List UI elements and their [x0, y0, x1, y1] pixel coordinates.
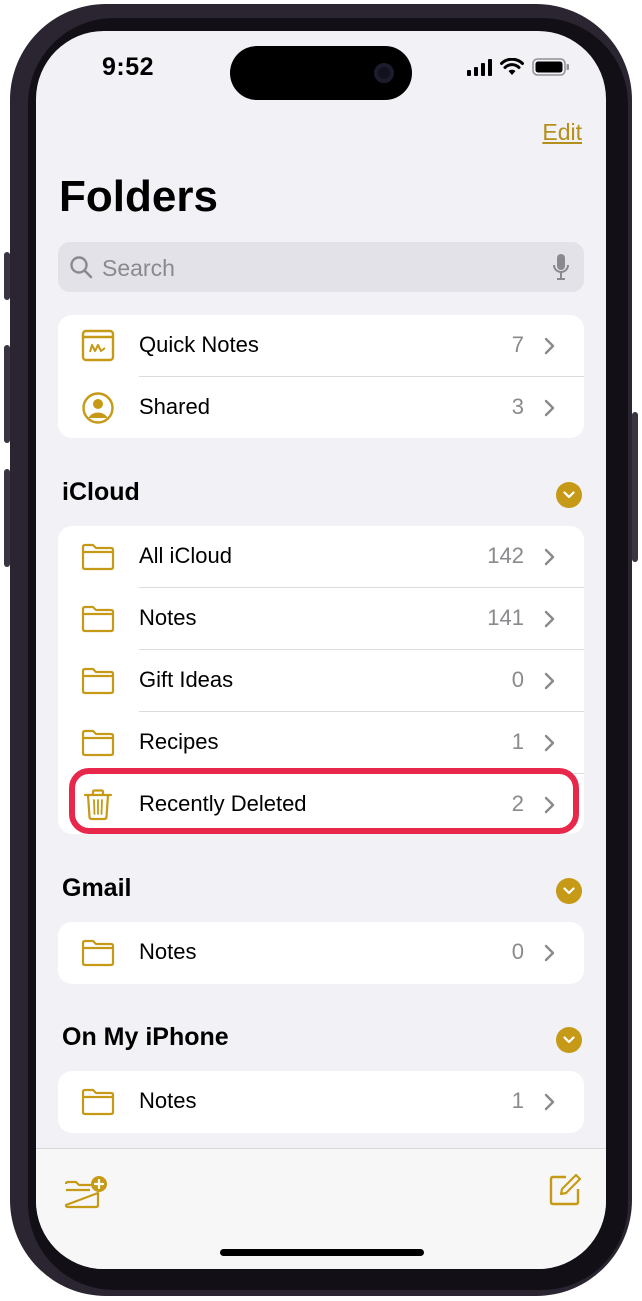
folder-row-shared[interactable]: Shared 3 [58, 377, 584, 438]
wifi-icon [500, 58, 524, 75]
chevron-down-icon [563, 887, 575, 895]
shared-person-icon [82, 392, 114, 424]
edit-button[interactable]: Edit [542, 119, 582, 146]
smart-folders-group: Quick Notes 7 Shared 3 [58, 315, 584, 438]
search-input[interactable]: Search [58, 242, 584, 292]
home-indicator[interactable] [220, 1249, 424, 1256]
folder-label: Quick Notes [139, 332, 259, 357]
folder-row-recipes[interactable]: Recipes 1 [58, 712, 584, 774]
section-title-icloud: iCloud [62, 478, 140, 506]
folder-icon [81, 939, 115, 967]
folder-icon [81, 729, 115, 757]
chevron-right-icon [544, 548, 555, 566]
cellular-signal-icon [467, 58, 492, 76]
dynamic-island [230, 46, 412, 100]
folder-label: All iCloud [139, 543, 232, 568]
chevron-down-icon [563, 491, 575, 499]
section-title-gmail: Gmail [62, 874, 132, 902]
folder-icon [81, 667, 115, 695]
search-placeholder: Search [102, 255, 175, 281]
collapse-on-my-iphone-button[interactable] [556, 1027, 582, 1053]
folder-count: 7 [511, 332, 524, 357]
folder-icon [81, 543, 115, 571]
volume-down-button [4, 469, 10, 567]
folder-label: Notes [139, 939, 197, 964]
folder-row-notes[interactable]: Notes 141 [58, 588, 584, 650]
folder-label: Notes [139, 605, 197, 630]
folder-count: 142 [487, 543, 524, 568]
folder-label: Shared [139, 394, 210, 419]
search-icon [70, 256, 93, 279]
chevron-right-icon [544, 672, 555, 690]
collapse-gmail-button[interactable] [556, 878, 582, 904]
power-button [632, 412, 638, 562]
collapse-icloud-button[interactable] [556, 482, 582, 508]
new-folder-icon[interactable] [64, 1175, 108, 1209]
status-time: 9:52 [102, 53, 155, 81]
battery-icon [532, 58, 569, 76]
folder-label: Recipes [139, 729, 219, 754]
compose-icon[interactable] [548, 1173, 582, 1207]
on-my-iphone-folder-group: Notes 1 [58, 1071, 584, 1133]
folder-label: Notes [139, 1088, 197, 1113]
folder-label: Gift Ideas [139, 667, 234, 692]
chevron-right-icon [544, 944, 555, 962]
folder-count: 0 [511, 939, 524, 964]
gmail-folder-group: Notes 0 [58, 922, 584, 984]
chevron-right-icon [544, 734, 555, 752]
chevron-right-icon [544, 399, 555, 417]
folder-row-gmail-notes[interactable]: Notes 0 [58, 922, 584, 984]
folder-count: 1 [511, 1088, 524, 1113]
chevron-right-icon [544, 610, 555, 628]
screen: 9:52 Edit Folders Search Quick Notes 7 S… [36, 31, 606, 1269]
section-title-on-my-iphone: On My iPhone [62, 1023, 229, 1051]
folder-count: 3 [511, 394, 524, 419]
folder-count: 141 [487, 605, 524, 630]
folder-icon [81, 1088, 115, 1116]
folder-count: 0 [511, 667, 524, 692]
chevron-right-icon [544, 337, 555, 355]
folder-row-gift-ideas[interactable]: Gift Ideas 0 [58, 650, 584, 712]
folder-row-iphone-notes[interactable]: Notes 1 [58, 1071, 584, 1133]
page-title: Folders [59, 172, 218, 221]
quick-notes-icon [81, 329, 115, 362]
status-icons [467, 58, 570, 76]
volume-up-button [4, 345, 10, 443]
folder-row-quick-notes[interactable]: Quick Notes 7 [58, 315, 584, 377]
action-button [4, 252, 10, 300]
highlight-outline [69, 768, 579, 834]
microphone-icon[interactable] [552, 253, 570, 281]
folder-icon [81, 605, 115, 633]
folder-count: 1 [511, 729, 524, 754]
chevron-right-icon [544, 1093, 555, 1111]
camera-icon [374, 63, 394, 83]
folder-row-all-icloud[interactable]: All iCloud 142 [58, 526, 584, 588]
chevron-down-icon [563, 1036, 575, 1044]
